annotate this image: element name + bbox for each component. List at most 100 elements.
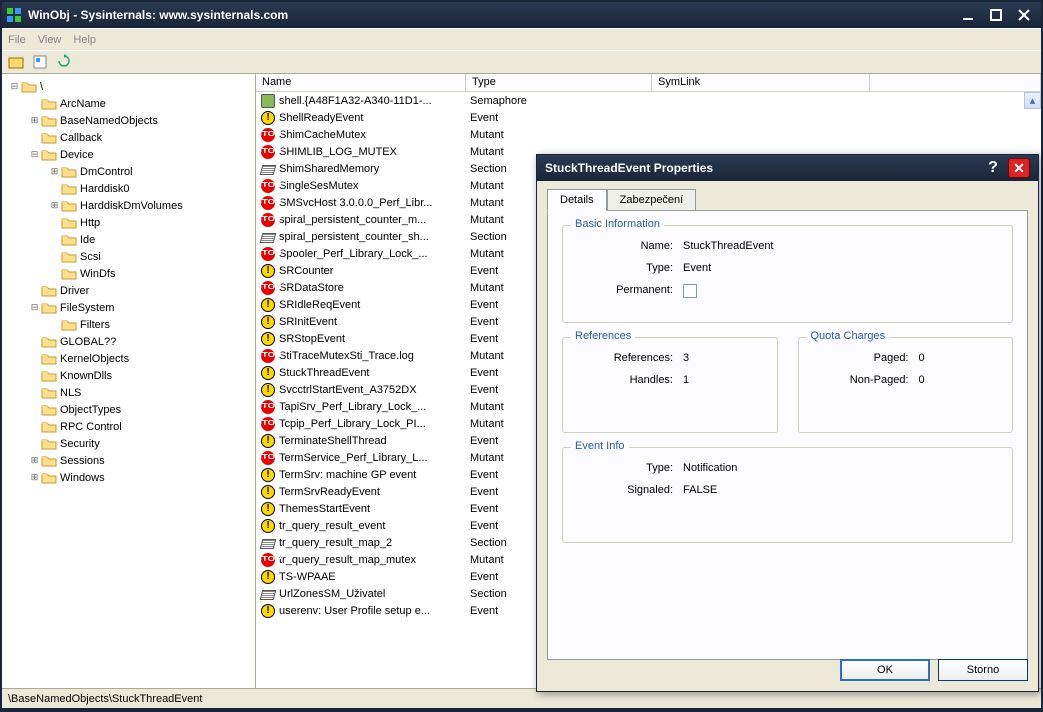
event-icon (260, 467, 276, 483)
expand-icon[interactable]: ⊞ (28, 115, 41, 126)
tree-item[interactable]: GLOBAL?? (2, 333, 255, 350)
value-paged: 0 (919, 352, 925, 364)
object-name: SRDataStore (279, 282, 344, 294)
folder-icon (41, 454, 57, 467)
collapse-icon[interactable]: ⊟ (28, 149, 41, 160)
event-icon (260, 382, 276, 398)
tree-item[interactable]: Filters (2, 316, 255, 333)
tree-item[interactable]: Http (2, 214, 255, 231)
tree-item[interactable]: ⊞BaseNamedObjects (2, 112, 255, 129)
expand-icon[interactable]: ⊞ (28, 472, 41, 483)
menu-file[interactable]: File (8, 34, 26, 46)
tree-item[interactable]: ⊞DmControl (2, 163, 255, 180)
group-event-info: Event Info Type: Notification Signaled: … (562, 447, 1013, 543)
tree-item[interactable]: Scsi (2, 248, 255, 265)
tree-item[interactable]: ⊞Windows (2, 469, 255, 486)
list-item[interactable]: shell.{A48F1A32-A340-11D1-...Semaphore (256, 92, 1041, 109)
mutant-icon (260, 348, 276, 364)
toolbar (2, 50, 1041, 74)
dialog-close-button[interactable]: ✕ (1008, 158, 1030, 178)
tree-item[interactable]: ArcName (2, 95, 255, 112)
col-symlink[interactable]: SymLink (652, 74, 870, 91)
expand-icon[interactable]: ⊞ (48, 200, 61, 211)
value-event-type: Notification (683, 462, 737, 474)
object-name: Spooler_Perf_Library_Lock_... (279, 248, 428, 260)
tree-item[interactable]: ⊟ Device (2, 146, 255, 163)
value-references: 3 (683, 352, 689, 364)
menu-view[interactable]: View (38, 34, 62, 46)
event-icon (260, 314, 276, 330)
tree-item[interactable]: NLS (2, 384, 255, 401)
tree-item[interactable]: ⊞ Sessions (2, 452, 255, 469)
expand-icon[interactable]: ⊞ (48, 166, 61, 177)
list-item[interactable]: ShimCacheMutexMutant (256, 126, 1041, 143)
object-name: tr_query_result_map_2 (279, 537, 392, 549)
list-item[interactable]: ShellReadyEventEvent (256, 109, 1041, 126)
folder-icon (41, 114, 57, 127)
tree-item[interactable]: Ide (2, 231, 255, 248)
tab-strip: Details Zabezpečení (547, 189, 1028, 210)
semaphore-icon (260, 93, 276, 109)
tree-item[interactable]: Harddisk0 (2, 180, 255, 197)
object-name: TermSrv: machine GP event (279, 469, 416, 481)
tab-security[interactable]: Zabezpečení (607, 189, 697, 210)
tree-label: Sessions (60, 455, 105, 467)
tree-item[interactable]: Callback (2, 129, 255, 146)
tree-label: FileSystem (60, 302, 114, 314)
toolbar-btn-2[interactable] (30, 52, 50, 72)
legend-refs: References (571, 330, 635, 342)
dialog-titlebar[interactable]: StuckThreadEvent Properties ? ✕ (537, 155, 1038, 181)
checkbox-permanent[interactable] (683, 284, 697, 298)
tree-label: KnownDlls (60, 370, 112, 382)
col-type[interactable]: Type (466, 74, 652, 91)
col-name[interactable]: Name (256, 74, 466, 91)
tree-item[interactable]: KernelObjects (2, 350, 255, 367)
mutant-icon (260, 399, 276, 415)
tree-item[interactable]: ⊞HarddiskDmVolumes (2, 197, 255, 214)
cancel-button[interactable]: Storno (938, 659, 1028, 681)
value-nonpaged: 0 (919, 374, 925, 386)
object-name: StuckThreadEvent (279, 367, 370, 379)
tree-item[interactable]: ⊟ FileSystem (2, 299, 255, 316)
maximize-button[interactable] (983, 5, 1009, 25)
collapse-icon[interactable]: ⊟ (8, 81, 21, 92)
collapse-icon[interactable]: ⊟ (28, 302, 41, 313)
group-quota: Quota Charges Paged: 0 Non-Paged: 0 (798, 337, 1014, 433)
scroll-up-icon[interactable]: ▴ (1024, 92, 1041, 109)
tree-item[interactable]: WinDfs (2, 265, 255, 282)
toolbar-btn-3[interactable] (54, 52, 74, 72)
menu-help[interactable]: Help (73, 34, 96, 46)
tree-item[interactable]: Driver (2, 282, 255, 299)
label-name: Name: (577, 240, 673, 252)
close-button[interactable] (1011, 5, 1037, 25)
col-extra[interactable] (870, 74, 1041, 91)
tree-view[interactable]: ⊟\ArcName⊞BaseNamedObjectsCallback ⊟ Devic… (2, 74, 256, 688)
expand-icon[interactable]: ⊞ (28, 455, 41, 466)
event-icon (260, 569, 276, 585)
mutant-icon (260, 450, 276, 466)
toolbar-btn-1[interactable] (6, 52, 26, 72)
tab-details[interactable]: Details (547, 189, 607, 211)
folder-icon (41, 403, 57, 416)
object-name: spiral_persistent_counter_m... (279, 214, 426, 226)
tree-label: KernelObjects (60, 353, 129, 365)
value-signaled: FALSE (683, 484, 717, 496)
mutant-icon (260, 127, 276, 143)
ok-button[interactable]: OK (840, 659, 930, 681)
list-header: Name Type SymLink (256, 74, 1041, 92)
titlebar[interactable]: WinObj - Sysinternals: www.sysinternals.… (2, 2, 1041, 28)
tab-body: Basic Information Name: StuckThreadEvent… (547, 210, 1028, 660)
tree-item[interactable]: Security (2, 435, 255, 452)
tree-item[interactable]: KnownDlls (2, 367, 255, 384)
object-name: TermSrvReadyEvent (279, 486, 380, 498)
object-name: ShellReadyEvent (279, 112, 363, 124)
tree-item[interactable]: RPC Control (2, 418, 255, 435)
minimize-button[interactable] (955, 5, 981, 25)
tree-item[interactable]: ⊟\ (2, 78, 255, 95)
help-button[interactable]: ? (982, 158, 1004, 178)
dialog-title: StuckThreadEvent Properties (545, 161, 713, 175)
tree-item[interactable]: ObjectTypes (2, 401, 255, 418)
section-icon (260, 161, 276, 177)
tree-label: Device (60, 149, 94, 161)
folder-icon (41, 148, 57, 161)
